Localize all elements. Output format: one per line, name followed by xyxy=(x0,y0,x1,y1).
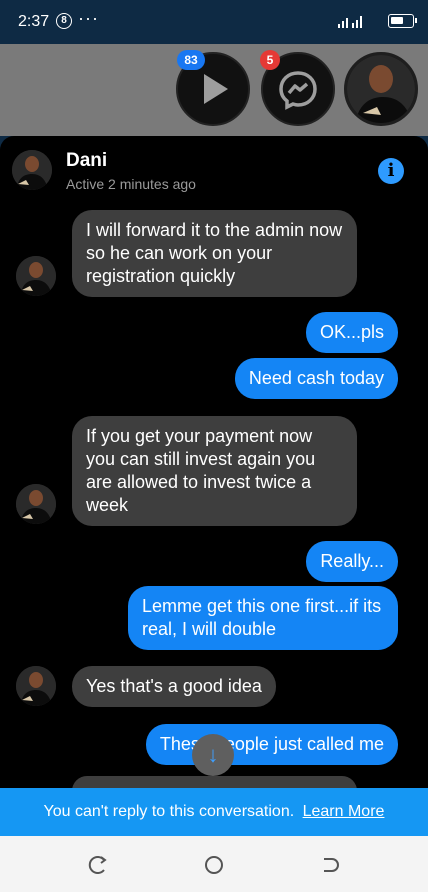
status-time: 2:37 xyxy=(18,13,50,30)
contact-chathead-avatar[interactable] xyxy=(344,52,418,126)
notification-badge: 8 xyxy=(56,13,72,29)
active-status: Active 2 minutes ago xyxy=(66,176,196,192)
arrow-down-icon: ↓ xyxy=(207,742,219,767)
video-count-badge: 83 xyxy=(177,50,205,70)
incoming-message[interactable]: I will forward it to the admin now so he… xyxy=(72,210,357,297)
battery-icon xyxy=(388,14,417,28)
recent-apps-icon[interactable] xyxy=(84,852,110,878)
signal-icon xyxy=(338,16,362,28)
contact-name[interactable]: Dani xyxy=(66,150,107,172)
incoming-message[interactable]: Yes that's a good idea xyxy=(72,666,276,707)
incoming-message[interactable]: If you get your payment now you can stil… xyxy=(72,416,357,526)
outgoing-message[interactable]: OK...pls xyxy=(305,312,398,353)
home-icon[interactable] xyxy=(201,852,227,878)
incoming-message-partial xyxy=(72,776,357,788)
cannot-reply-banner: You can't reply to this conversation. Le… xyxy=(0,788,428,836)
info-icon[interactable]: i xyxy=(378,158,404,184)
sender-avatar xyxy=(16,256,56,296)
chat-header: Dani Active 2 minutes ago i xyxy=(0,136,428,200)
avatar xyxy=(347,55,415,123)
outgoing-message[interactable]: Really... xyxy=(306,541,398,582)
outgoing-message[interactable]: Need cash today xyxy=(234,358,398,399)
navigation-bar xyxy=(0,836,428,892)
avatar xyxy=(12,150,52,190)
outgoing-message[interactable]: These people just called me xyxy=(145,724,398,765)
learn-more-link[interactable]: Learn More xyxy=(303,803,385,820)
back-icon[interactable] xyxy=(318,852,344,878)
chat-heads-overlay: 83 5 xyxy=(0,44,428,136)
outgoing-message[interactable]: Lemme get this one first...if its real, … xyxy=(128,586,398,650)
scroll-to-bottom-button[interactable]: ↓ xyxy=(192,734,234,776)
more-notifications-icon: ··· xyxy=(78,8,99,28)
status-bar: 2:37 8 ··· xyxy=(0,0,428,44)
sender-avatar xyxy=(16,484,56,524)
cannot-reply-text: You can't reply to this conversation. xyxy=(43,803,295,820)
chat-panel: Dani Active 2 minutes ago i I will forwa… xyxy=(0,136,428,788)
contact-avatar[interactable] xyxy=(12,150,52,190)
messenger-count-badge: 5 xyxy=(260,50,280,70)
sender-avatar xyxy=(16,666,56,706)
